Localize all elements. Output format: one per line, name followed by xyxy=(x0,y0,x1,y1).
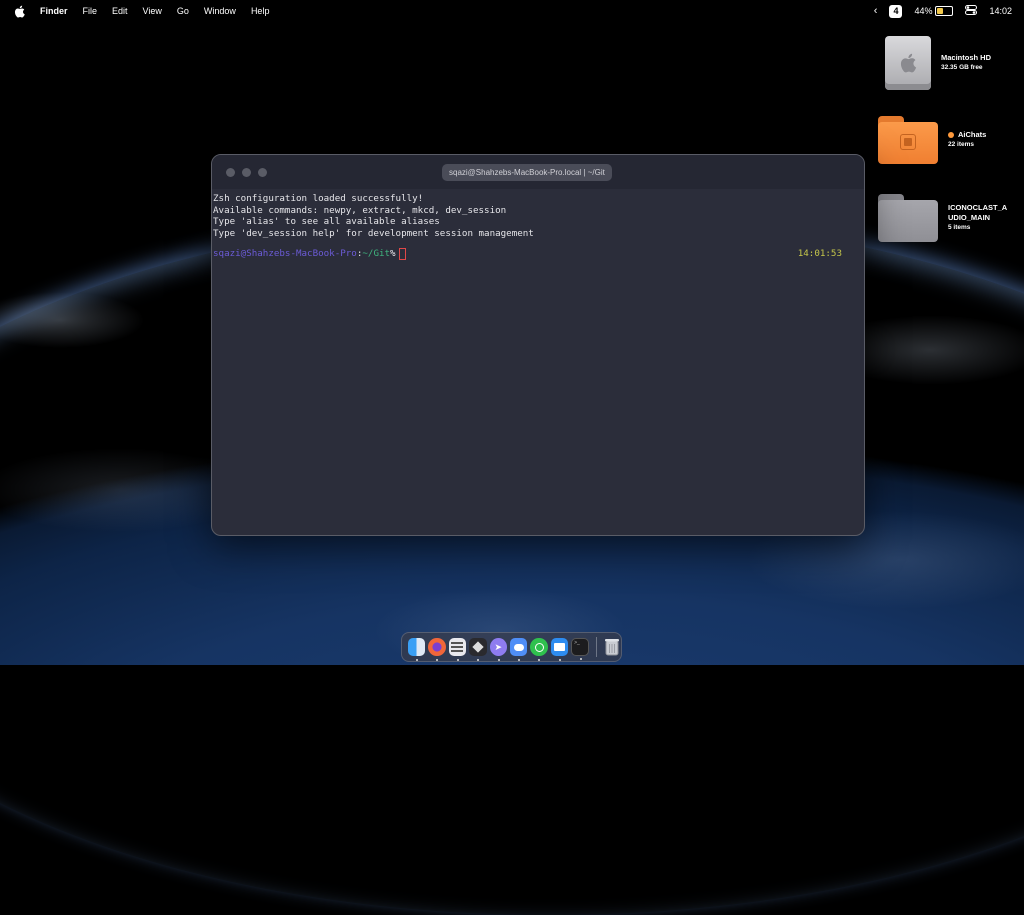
dock: ➤ >_ xyxy=(401,632,622,662)
terminal-output-line: Type 'alias' to see all available aliase… xyxy=(213,216,440,227)
menu-go[interactable]: Go xyxy=(177,6,189,16)
dock-whatsapp-icon[interactable] xyxy=(530,638,548,661)
dock-telegram-icon[interactable]: ➤ xyxy=(489,638,507,661)
menu-clock[interactable]: 14:02 xyxy=(989,6,1012,16)
terminal-prompt[interactable]: sqazi@Shahzebs-MacBook-Pro: ~/Git% 14:01:… xyxy=(213,248,864,260)
desktop-icon-info: 32.35 GB free xyxy=(941,64,983,71)
desktop-number-badge[interactable]: 4 xyxy=(889,4,903,18)
menu-window[interactable]: Window xyxy=(204,6,236,16)
folder-icon xyxy=(878,194,938,242)
desktop-icon-info: 5 items xyxy=(948,224,971,231)
menu-file[interactable]: File xyxy=(83,6,98,16)
dock-sandbox-icon[interactable] xyxy=(469,638,487,661)
terminal-output-line: Type 'dev_session help' for development … xyxy=(213,227,534,239)
tag-dot xyxy=(948,132,954,139)
minimize-button[interactable] xyxy=(242,167,251,177)
dock-terminal-icon[interactable]: >_ xyxy=(571,638,589,660)
folder-icon xyxy=(878,116,938,164)
chevron-left-icon[interactable]: ‹ xyxy=(874,5,878,17)
dock-notes-icon[interactable] xyxy=(448,638,467,661)
battery-status[interactable]: 44% xyxy=(914,6,954,16)
desktop-icon-macintosh-hd[interactable]: Macintosh HD 32.35 GB free xyxy=(885,36,991,90)
dock-firefox-icon[interactable] xyxy=(428,638,446,661)
desktop-icon-info: 22 items xyxy=(948,141,975,148)
control-center-icon[interactable] xyxy=(965,5,978,17)
zoom-button[interactable] xyxy=(258,167,267,177)
menu-view[interactable]: View xyxy=(143,6,162,16)
prompt-path: ~/Git xyxy=(362,248,391,259)
desktop-icon-aichats[interactable]: AiChats 22 items xyxy=(878,116,986,164)
apple-menu-icon[interactable] xyxy=(12,4,26,18)
text-cursor xyxy=(398,248,406,260)
menu-help[interactable]: Help xyxy=(251,6,270,16)
prompt-user: sqazi@Shahzebs-MacBook-Pro xyxy=(213,248,357,259)
dock-separator xyxy=(595,637,597,657)
prompt-symbol: % xyxy=(390,248,396,259)
status-area: ‹ 4 44% 14:02 xyxy=(862,0,1024,22)
hard-drive-icon xyxy=(885,36,931,90)
window-title: sqazi@Shahzebs-MacBook-Pro.local | ~/Git xyxy=(442,164,612,181)
menu-bar: Finder File Edit View Go Window Help ‹ 4… xyxy=(0,0,1024,22)
dock-finder-icon[interactable] xyxy=(408,638,426,661)
desktop-icon-iconoclast[interactable]: ICONOCLAST_A UDIO_MAIN 5 items xyxy=(878,194,1007,242)
terminal-content[interactable]: Zsh configuration loaded successfully! A… xyxy=(212,189,864,260)
menu-edit[interactable]: Edit xyxy=(112,6,128,16)
menu-app-name[interactable]: Finder xyxy=(40,6,68,16)
desktop-icon-label: AiChats xyxy=(958,130,987,139)
dock-trash-icon[interactable] xyxy=(604,638,621,656)
desktop-icon-label-2: UDIO_MAIN xyxy=(948,213,991,222)
desktop-icon-label: Macintosh HD xyxy=(941,53,992,62)
terminal-output-line: Zsh configuration loaded successfully! xyxy=(213,193,424,204)
dock-messages-icon[interactable] xyxy=(509,638,528,661)
close-button[interactable] xyxy=(226,167,235,177)
terminal-titlebar[interactable]: sqazi@Shahzebs-MacBook-Pro.local | ~/Git xyxy=(212,155,864,189)
prompt-time: 14:01:53 xyxy=(797,248,842,259)
terminal-window[interactable]: sqazi@Shahzebs-MacBook-Pro.local | ~/Git… xyxy=(211,154,865,536)
terminal-output-line: Available commands: newpy, extract, mkcd… xyxy=(213,204,507,216)
battery-icon xyxy=(935,6,954,16)
desktop-icon-label: ICONOCLAST_A xyxy=(948,203,1008,212)
dock-mail-icon[interactable] xyxy=(550,638,569,661)
battery-percent: 44% xyxy=(914,6,933,16)
